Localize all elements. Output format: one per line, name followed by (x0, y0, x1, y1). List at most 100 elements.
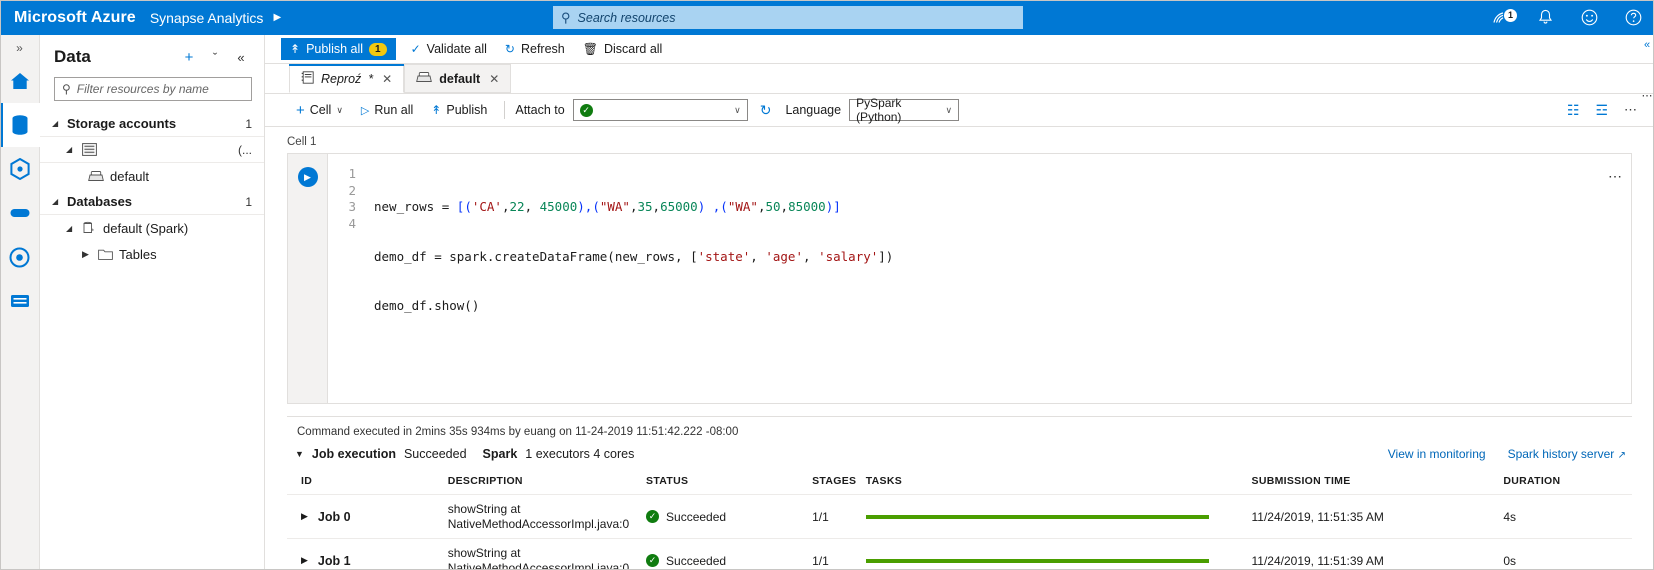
publish-button[interactable]: ↟ Publish (422, 98, 496, 122)
job-status-label: Succeeded (666, 510, 726, 524)
close-icon[interactable]: ✕ (382, 72, 392, 86)
service-breadcrumb[interactable]: Synapse Analytics ▶ (150, 10, 281, 26)
job-description-cell: showString at NativeMethodAccessorImpl.j… (448, 539, 646, 570)
external-link-icon: ↗ (1618, 450, 1626, 461)
data-sidebar: Data + ˇ « ⚲ Filter resources by name ◢ … (40, 35, 265, 570)
attach-to-dropdown[interactable]: ✓ ∨ (573, 99, 748, 121)
jobs-table: ID DESCRIPTION STATUS STAGES TASKS SUBMI… (287, 469, 1632, 570)
more-actions-icon[interactable]: ˇ (202, 50, 228, 65)
notebook-toolbar: + Cell ∨ ▷ Run all ↟ Publish Attach to ✓ (265, 94, 1654, 127)
more-icon[interactable]: ⋯ (1624, 102, 1638, 118)
cloud-shell-badge: 1 (1504, 9, 1517, 22)
caret-down-icon[interactable]: ◢ (66, 224, 75, 233)
column-header-id: ID (287, 469, 448, 495)
job-description-line-1: showString at (448, 502, 646, 517)
run-cell-icon[interactable]: ▶ (298, 167, 318, 187)
table-row[interactable]: ▶ Job 1 showString at NativeMethodAccess… (287, 539, 1632, 570)
run-all-button[interactable]: ▷ Run all (352, 98, 422, 122)
more-icon[interactable]: ⋯ (1642, 89, 1653, 102)
job-description-line-1: showString at (448, 546, 646, 561)
rail-item-monitor[interactable] (0, 235, 40, 279)
rail-item-manage[interactable] (0, 279, 40, 323)
rail-item-data[interactable] (0, 103, 40, 147)
azure-top-bar: Microsoft Azure Synapse Analytics ▶ ⚲ Se… (0, 0, 1654, 35)
success-check-icon: ✓ (646, 510, 659, 523)
column-header-status: STATUS (646, 469, 812, 495)
global-search[interactable]: ⚲ Search resources (553, 6, 1023, 29)
column-header-tasks: TASKS (866, 469, 1252, 495)
caret-down-icon[interactable]: ◢ (66, 145, 75, 154)
refresh-button[interactable]: ↻ Refresh (496, 38, 574, 60)
tab-notebook-reproz[interactable]: Reproź * ✕ (289, 64, 404, 93)
expand-row-icon[interactable]: ▶ (301, 511, 308, 522)
search-placeholder: Search resources (578, 11, 676, 25)
close-icon[interactable]: ✕ (489, 72, 499, 86)
job-tasks-cell (866, 495, 1252, 539)
chevron-down-icon: ∨ (336, 105, 343, 116)
rail-expand-icon[interactable]: » (0, 37, 39, 59)
cloud-shell-icon[interactable]: 1 (1490, 7, 1512, 29)
caret-down-icon[interactable]: ◢ (52, 197, 61, 206)
settings-sliders-icon[interactable]: ☲ (1595, 102, 1608, 119)
validate-all-button[interactable]: ✓ Validate all (402, 38, 496, 60)
add-cell-button[interactable]: + Cell ∨ (287, 98, 352, 122)
notifications-bell-icon[interactable] (1534, 7, 1556, 29)
refresh-icon: ↻ (505, 42, 515, 56)
language-dropdown[interactable]: PySpark (Python) ∨ (849, 99, 959, 121)
job-tasks-cell (866, 539, 1252, 570)
azure-brand[interactable]: Microsoft Azure (0, 9, 150, 27)
tree-node-label: default (110, 169, 149, 184)
caret-right-icon[interactable]: ▶ (82, 249, 91, 260)
cell-code-area[interactable]: 1 2 3 4 new_rows = [('CA',22, 45000),("W… (328, 154, 1631, 403)
caret-down-icon[interactable]: ▼ (295, 449, 304, 459)
tab-label: Reproź (321, 72, 361, 86)
publish-all-label: Publish all (306, 42, 363, 56)
rail-item-home[interactable] (0, 59, 40, 103)
tab-label: default (439, 72, 480, 86)
table-row[interactable]: ▶ Job 0 showString at NativeMethodAccess… (287, 495, 1632, 539)
tree-node-storage-account[interactable]: ◢ (... (40, 137, 264, 163)
help-icon[interactable] (1622, 7, 1644, 29)
tree-node-storage-accounts[interactable]: ◢ Storage accounts 1 (40, 111, 264, 137)
collapse-right-icon[interactable]: « (1644, 39, 1650, 51)
search-icon: ⚲ (62, 82, 71, 96)
view-in-monitoring-link[interactable]: View in monitoring (1388, 447, 1486, 461)
publish-all-button[interactable]: ↟ Publish all 1 (281, 38, 396, 60)
chevron-down-icon: ∨ (945, 105, 952, 116)
tree-node-default-container[interactable]: default (40, 163, 264, 189)
discard-all-button[interactable]: 🗑 Discard all (574, 38, 672, 60)
tasks-progress-fill (866, 559, 1209, 563)
rail-item-orchestrate[interactable] (0, 191, 40, 235)
rail-item-develop[interactable] (0, 147, 40, 191)
feedback-smiley-icon[interactable] (1578, 7, 1600, 29)
main-content: ↟ Publish all 1 ✓ Validate all ↻ Refresh… (265, 35, 1654, 570)
publish-label: Publish (446, 103, 487, 117)
code-line: demo_df.show() (374, 298, 893, 315)
tree-node-default-spark[interactable]: ◢ * default (Spark) (40, 215, 264, 241)
caret-down-icon[interactable]: ◢ (52, 119, 61, 128)
tree-node-tables[interactable]: ▶ Tables (40, 241, 264, 267)
spark-history-server-link[interactable]: Spark history server ↗ (1508, 447, 1626, 461)
add-resource-button[interactable]: + (176, 49, 202, 66)
job-execution-header[interactable]: ▼ Job execution Succeeded Spark 1 execut… (287, 438, 1632, 469)
job-execution-status: Succeeded (404, 447, 467, 461)
notebook-icon (301, 71, 314, 87)
toolbar-divider (504, 101, 505, 119)
tree-node-label: Databases (67, 194, 132, 209)
code-line: demo_df = spark.createDataFrame(new_rows… (374, 249, 893, 266)
tab-default[interactable]: default ✕ (404, 64, 511, 93)
resource-tree: ◢ Storage accounts 1 ◢ (40, 111, 264, 267)
outline-icon[interactable]: ☷ (1567, 102, 1580, 119)
restart-session-button[interactable]: ↻ (748, 98, 784, 122)
publish-icon: ↟ (431, 103, 441, 117)
expand-row-icon[interactable]: ▶ (301, 555, 308, 566)
tree-node-databases[interactable]: ◢ Databases 1 (40, 189, 264, 215)
cell-source-code[interactable]: new_rows = [('CA',22, 45000),("WA",35,65… (374, 166, 893, 397)
collapse-sidebar-icon[interactable]: « (228, 50, 254, 65)
notebook-cell[interactable]: ▶ 1 2 3 4 new_rows = [('CA',22, 45000),(… (287, 153, 1632, 404)
cell-options-icon[interactable]: ⋯ (1608, 168, 1623, 185)
search-input[interactable]: ⚲ Search resources (553, 6, 1023, 29)
tasks-progress-track (866, 515, 1209, 519)
tree-node-label: Storage accounts (67, 116, 176, 131)
filter-resources-input[interactable]: ⚲ Filter resources by name (54, 77, 252, 101)
